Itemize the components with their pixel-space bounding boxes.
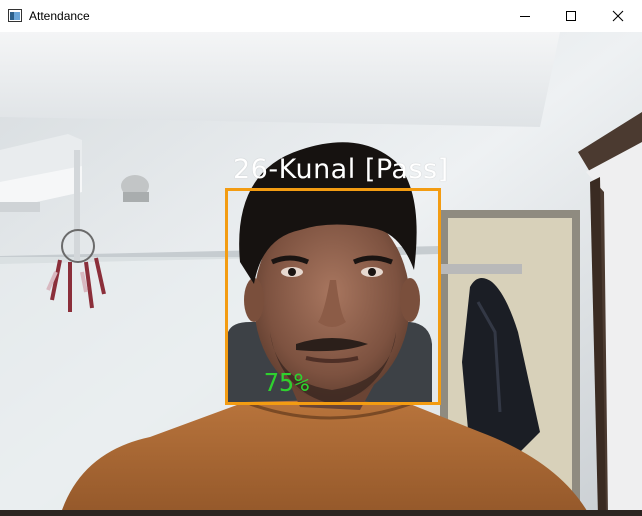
close-button[interactable] <box>594 0 642 32</box>
minimize-icon <box>520 16 530 17</box>
recognized-name-label: 26-Kunal [Pass] <box>233 154 449 185</box>
confidence-label: 75% <box>264 368 310 397</box>
title-bar[interactable]: Attendance <box>0 0 642 32</box>
face-detection-box <box>225 188 441 405</box>
close-icon <box>612 10 624 22</box>
attendance-window: Attendance 26-Kunal [Pass] 75% <box>0 0 642 516</box>
maximize-icon <box>566 11 576 21</box>
maximize-button[interactable] <box>548 0 594 32</box>
camera-feed: 26-Kunal [Pass] 75% <box>0 32 642 516</box>
minimize-button[interactable] <box>502 0 548 32</box>
app-icon <box>8 9 22 22</box>
window-title: Attendance <box>29 9 90 23</box>
